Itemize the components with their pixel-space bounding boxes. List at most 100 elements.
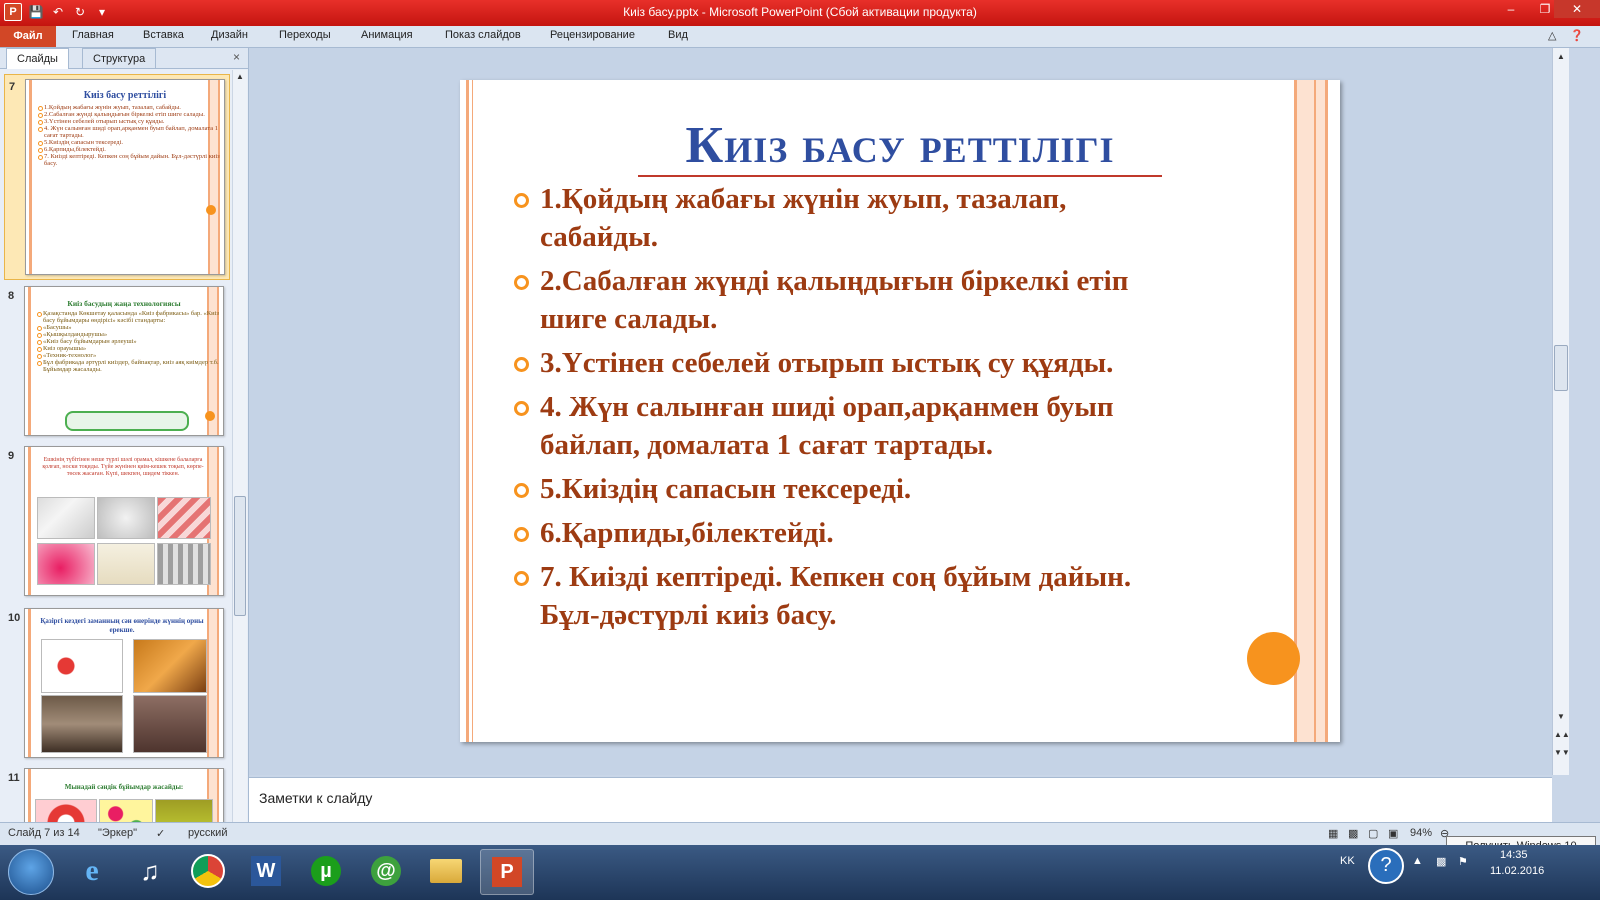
thumbnail-title: Киіз басудың жаңа технологиясы [67, 299, 181, 308]
thumbnail-item: Бұл фабрикада әртүрлі киіздер, байпақтар… [25, 359, 223, 373]
tab-review[interactable]: Рецензирование [550, 29, 635, 41]
window-title: Киіз басу.pptx - Microsoft PowerPoint (С… [623, 5, 977, 19]
panel-close-icon[interactable]: × [233, 50, 240, 64]
thumbnail-number: 8 [8, 290, 15, 302]
scroll-up-icon[interactable]: ▲ [233, 72, 247, 81]
network-icon[interactable]: ▩ [1436, 855, 1446, 868]
thumbnail-slide-7[interactable]: 7 Киіз басу реттілігі 1.Қойдың жабағы жү… [4, 74, 230, 280]
help-icon[interactable]: ? [1368, 848, 1404, 884]
thumbnail-item: Қазақстанда Көкшетау қаласында «Киіз фаб… [25, 310, 223, 324]
spellcheck-icon[interactable]: ✓ [156, 827, 165, 840]
photo-slippers-icon [37, 543, 95, 585]
mail-agent-icon[interactable]: @ [360, 849, 412, 893]
slide-canvas[interactable]: Киіз басу реттілігі 1.Қойдың жабағы жүні… [460, 80, 1340, 742]
thumbnail-slide-10[interactable]: 10 Қазіргі кездегі заманның сән өнерінде… [4, 608, 228, 758]
bullet-item: 1.Қойдың жабағы жүнін жуып, тазалап, саб… [510, 180, 1160, 256]
language-indicator[interactable]: русский [188, 827, 227, 839]
photo-yarn-icon [157, 543, 211, 585]
tab-slides[interactable]: Слайды [6, 48, 69, 69]
panel-scroll-thumb[interactable] [234, 496, 246, 616]
clock-date[interactable]: 11.02.2016 [1490, 865, 1544, 877]
tray-arrow-icon[interactable]: ▲ [1412, 855, 1423, 867]
thumbnail-title: Мынадай сәндік бұйымдар жасайды: [64, 783, 184, 791]
music-icon[interactable]: ♫ [124, 849, 176, 893]
window-close: ✕ [1554, 0, 1600, 20]
photo-coat-icon [41, 695, 123, 753]
thumbnail-image: Киіз басудың жаңа технологиясы Қазақстан… [24, 286, 224, 436]
thumbnail-item: 4. Жүн салынған шиді орап,арқанмен буып … [26, 125, 224, 139]
status-bar: Слайд 7 из 14 "Эркер" ✓ русский ▦ ▩ ▢ ▣ … [0, 822, 1600, 845]
slide-counter: Слайд 7 из 14 [8, 827, 80, 839]
tab-animation[interactable]: Анимация [361, 29, 413, 41]
notes-pane[interactable]: Заметки к слайду [249, 777, 1552, 822]
panel-scrollbar[interactable]: ▲ ▼ [232, 70, 247, 838]
title-bar: P 💾 ↶ ↻ ▾ Киіз басу.pptx - Microsoft Pow… [0, 0, 1600, 26]
close-icon[interactable]: ✕ [1554, 0, 1600, 18]
bullet-item: 3.Үстінен себелей отырып ыстық су құяды. [510, 344, 1160, 382]
slide-title-text: Киіз басу реттілігі [685, 117, 1115, 174]
file-tab[interactable]: Файл [0, 26, 56, 47]
bullet-item: 7. Киізді кептіреді. Кепкен соң бұйым да… [510, 558, 1160, 634]
thumbnail-item: 7. Киізді кептіреді. Кепкен соң бұйым да… [26, 153, 224, 167]
normal-view-icon[interactable]: ▦ [1328, 827, 1338, 840]
scroll-down-icon[interactable]: ▼ [1554, 712, 1568, 721]
thumbnail-number: 9 [8, 450, 15, 462]
thumbnail-image: Қазіргі кездегі заманның сән өнерінде жү… [24, 608, 224, 758]
thumbnail-item: 5.Киіздің сапасын тексереді. [26, 139, 224, 146]
thumbnail-number: 11 [8, 772, 20, 784]
slide-bullet-list[interactable]: 1.Қойдың жабағы жүнін жуып, тазалап, саб… [510, 180, 1160, 640]
tab-transitions[interactable]: Переходы [279, 29, 331, 41]
next-slide-icon[interactable]: ▼▼ [1554, 748, 1570, 757]
photo-wool-icon [97, 497, 155, 539]
reading-view-icon[interactable]: ▢ [1368, 827, 1378, 840]
ie-icon[interactable]: e [66, 849, 118, 893]
powerpoint-taskbar-icon[interactable]: P [480, 849, 534, 895]
tab-slideshow[interactable]: Показ слайдов [445, 29, 521, 41]
window-controls: – ❐ [1494, 0, 1562, 20]
explorer-icon[interactable] [420, 849, 472, 893]
chrome-icon[interactable] [182, 849, 234, 893]
clock-time[interactable]: 14:35 [1500, 849, 1528, 861]
photo-vest-icon [133, 639, 207, 693]
thumbnail-item: 3.Үстінен себелей отырып ыстық су құяды. [26, 118, 224, 125]
keyboard-language[interactable]: KK [1340, 855, 1355, 867]
help-icon[interactable]: ❓ [1570, 29, 1584, 42]
slide-scrollbar[interactable]: ▲ ▼ ▲▲ ▼▼ [1552, 48, 1570, 775]
flag-icon[interactable]: ⚑ [1458, 855, 1468, 868]
photo-knit-icon [157, 497, 211, 539]
thumbnail-image: Ешкінің түбітінен неше түрлі шәлі орамал… [24, 446, 224, 596]
thumbnail-item: «Киіз басу бұйымдарын әрлеуші» [25, 338, 223, 345]
green-ornament-icon [65, 411, 189, 431]
slide-title[interactable]: Киіз басу реттілігі [620, 116, 1180, 177]
scroll-up-icon[interactable]: ▲ [1554, 52, 1568, 61]
slideshow-view-icon[interactable]: ▣ [1388, 827, 1398, 840]
thumbnail-title: Қазіргі кездегі заманның сән өнерінде жү… [40, 617, 204, 634]
slide-scroll-thumb[interactable] [1554, 345, 1568, 391]
start-button-icon[interactable] [8, 849, 54, 895]
minimize-icon[interactable]: – [1494, 0, 1528, 18]
taskbar: e ♫ W µ @ P KK ? ▲ ▩ ⚑ 14:35 11.02.2016 [0, 845, 1600, 900]
bullet-item: 4. Жүн салынған шиді орап,арқанмен буып … [510, 388, 1160, 464]
tab-insert[interactable]: Вставка [143, 29, 184, 41]
tab-view[interactable]: Вид [668, 29, 688, 41]
orange-dot [205, 411, 215, 421]
thumbnail-caption: Ешкінің түбітінен неше түрлі шәлі орамал… [42, 457, 204, 477]
theme-name[interactable]: "Эркер" [98, 827, 137, 839]
ribbon-minimize-icon[interactable]: △ [1548, 29, 1556, 42]
thumbnail-item: 6.Қарпиды,білектейді. [26, 146, 224, 153]
word-icon[interactable]: W [240, 849, 292, 893]
thumbnail-slide-8[interactable]: 8 Киіз басудың жаңа технологиясы Қазақст… [4, 286, 228, 436]
tab-home[interactable]: Главная [72, 29, 114, 41]
zoom-level[interactable]: 94% [1410, 827, 1432, 839]
tab-outline[interactable]: Структура [82, 48, 157, 69]
slide-sorter-icon[interactable]: ▩ [1348, 827, 1358, 840]
thumbnail-slide-9[interactable]: 9 Ешкінің түбітінен неше түрлі шәлі орам… [4, 446, 228, 596]
orange-dot [206, 205, 216, 215]
slides-panel: Слайды Структура × 7 Киіз басу реттілігі… [0, 48, 249, 838]
tab-design[interactable]: Дизайн [211, 29, 248, 41]
prev-slide-icon[interactable]: ▲▲ [1554, 730, 1570, 739]
thumbnail-item: «Қышқылдандырушы» [25, 331, 223, 338]
thumbnail-item: Киіз орауышы» [25, 345, 223, 352]
thumbnail-item: «Басушы» [25, 324, 223, 331]
utorrent-icon[interactable]: µ [300, 849, 352, 893]
